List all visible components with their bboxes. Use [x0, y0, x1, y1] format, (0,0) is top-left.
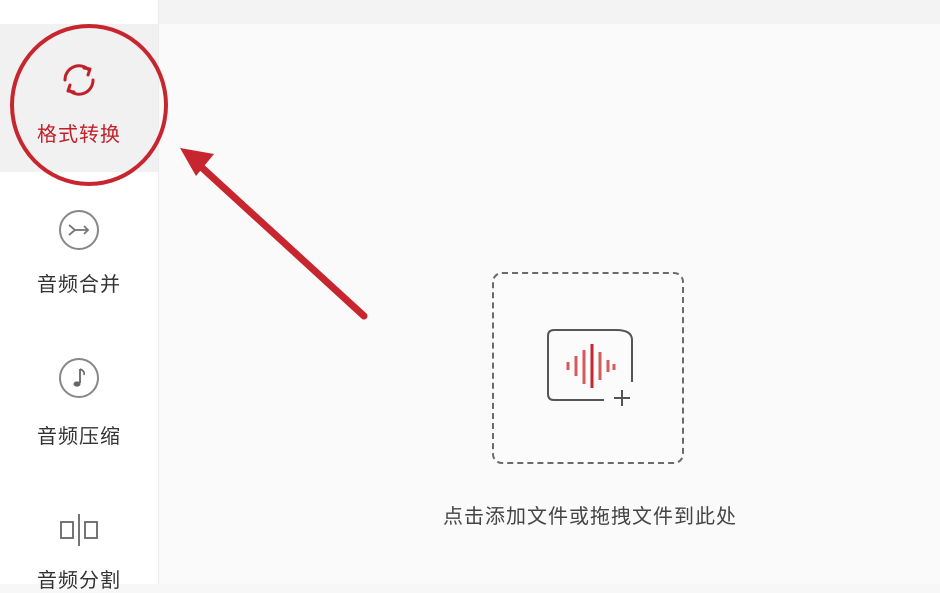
- refresh-icon: [63, 64, 95, 96]
- drop-hint-text: 点击添加文件或拖拽文件到此处: [443, 504, 737, 528]
- sidebar-item-audio-split[interactable]: 音频分割: [0, 500, 158, 592]
- split-icon: [60, 514, 98, 546]
- sidebar-item-format-convert[interactable]: 格式转换: [0, 24, 158, 172]
- sidebar-item-label: 音频合并: [37, 272, 121, 296]
- sidebar-item-label: 格式转换: [37, 122, 121, 146]
- sidebar-item-audio-compress[interactable]: 音频压缩: [0, 340, 158, 460]
- sidebar-item-label: 音频压缩: [37, 424, 121, 448]
- top-bar: [159, 0, 940, 24]
- file-drop-zone[interactable]: [492, 272, 684, 464]
- music-note-icon: [59, 358, 99, 398]
- merge-icon: [59, 210, 99, 250]
- sidebar-item-audio-merge[interactable]: 音频合并: [0, 190, 158, 310]
- sidebar-item-label: 音频分割: [37, 568, 121, 592]
- audio-add-icon: [547, 329, 633, 406]
- sidebar: 格式转换 音频合并 音频压缩 音频分割: [0, 0, 159, 592]
